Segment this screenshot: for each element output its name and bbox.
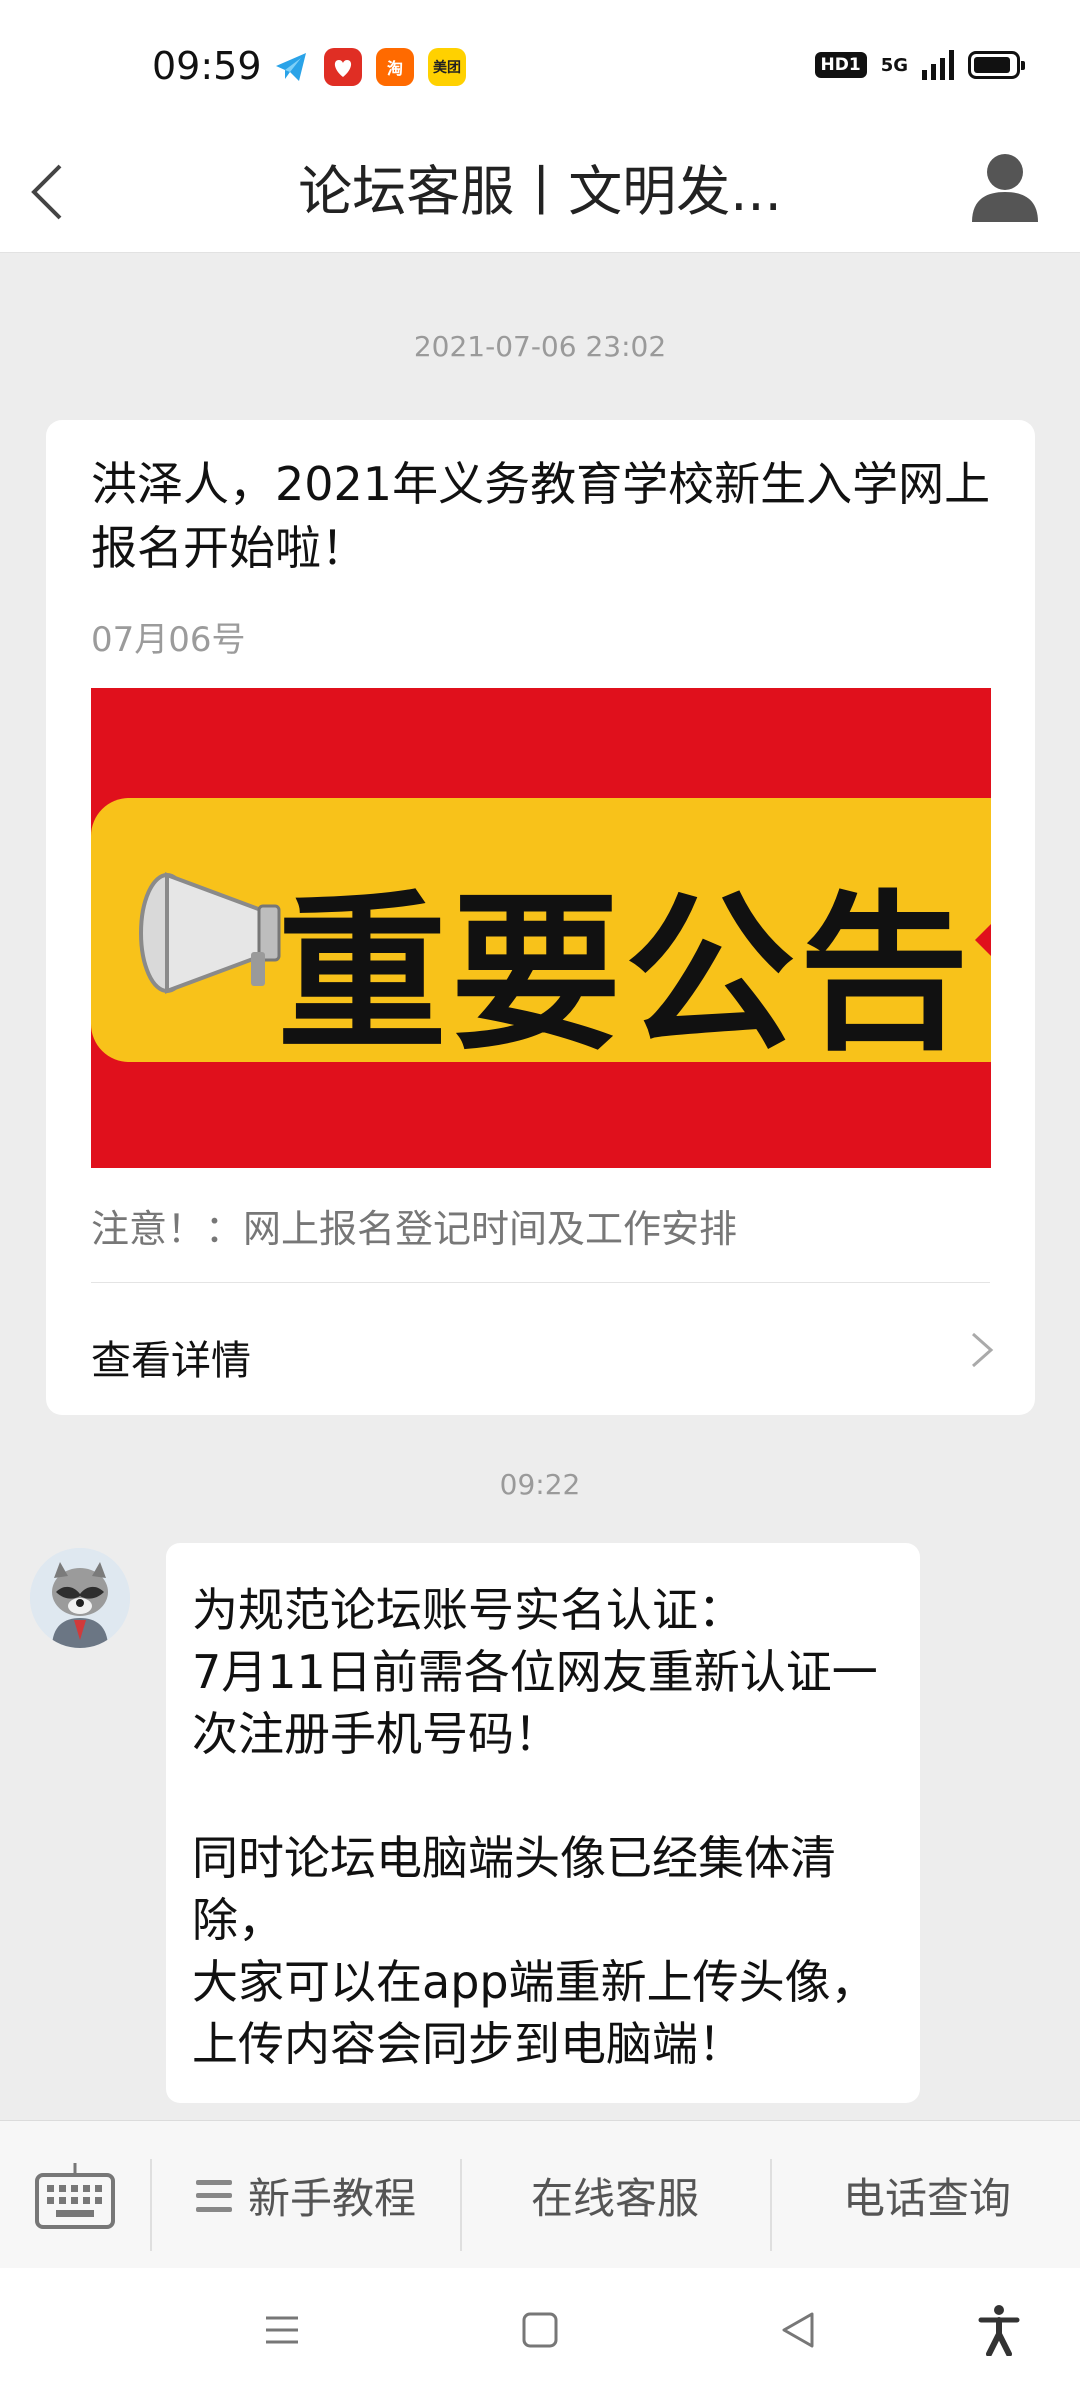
menu-separator xyxy=(770,2159,772,2251)
article-summary: 注意！：网上报名登记时间及工作安排 xyxy=(91,1207,738,1251)
message-line: 除， xyxy=(192,1893,284,1947)
article-timestamp: 2021-07-06 23:02 xyxy=(413,330,667,363)
menu-online-service-label: 在线客服 xyxy=(531,2174,700,2223)
message-line: 次注册手机号码！ xyxy=(192,1707,560,1761)
menu-separator xyxy=(150,2159,152,2251)
nav-bar: 论坛客服丨文明发... xyxy=(0,132,1080,253)
telegram-icon xyxy=(272,48,310,86)
chevron-right-icon xyxy=(972,1332,994,1368)
menu-phone-inquiry-button[interactable]: 电话查询 xyxy=(843,2165,1011,2226)
menu-separator xyxy=(460,2159,462,2251)
chevron-left-icon xyxy=(31,164,62,220)
taobao-icon: 淘 xyxy=(376,48,414,86)
back-button[interactable] xyxy=(28,162,68,222)
accessibility-button[interactable] xyxy=(978,2304,1020,2356)
menu-list-icon xyxy=(196,2179,232,2212)
meituan-icon: 美团 xyxy=(428,48,466,86)
battery-icon xyxy=(968,51,1025,79)
status-app-icons: 淘 美团 xyxy=(272,48,466,86)
network-type: 5G xyxy=(880,54,908,76)
profile-button[interactable] xyxy=(968,148,1042,222)
hd-voice-icon: HD1 xyxy=(814,52,867,78)
status-indicators: HD1 5G xyxy=(814,50,1025,80)
article-banner: 重要公告！ xyxy=(91,688,991,1168)
message-line: 为规范论坛账号实名认证： xyxy=(192,1583,744,1637)
system-nav-bar xyxy=(0,2268,1080,2400)
keyboard-toggle-button[interactable] xyxy=(34,2161,116,2231)
card-divider xyxy=(91,1282,990,1283)
signal-icon xyxy=(922,50,954,80)
article-date: 07月06号 xyxy=(91,620,246,660)
article-title: 洪泽人，2021年义务教育学校新生入学网上报名开始啦！ xyxy=(91,457,991,575)
message-line: 同时论坛电脑端头像已经集体清 xyxy=(192,1831,836,1885)
article-card[interactable]: 洪泽人，2021年义务教育学校新生入学网上报名开始啦！ 07月06号 重要公告！… xyxy=(46,420,1035,1415)
person-icon xyxy=(972,154,1038,222)
view-details-link[interactable]: 查看详情 xyxy=(91,1328,251,1386)
menu-online-service-button[interactable]: 在线客服 xyxy=(531,2165,699,2226)
recent-apps-button[interactable] xyxy=(262,2310,302,2350)
message-line: 上传内容会同步到电脑端！ xyxy=(192,2017,744,2071)
message-line: 7月11日前需各位网友重新认证一 xyxy=(192,1645,878,1699)
message-bubble[interactable]: 为规范论坛账号实名认证： 7月11日前需各位网友重新认证一 次注册手机号码！ 同… xyxy=(166,1543,920,2103)
pinduoduo-icon xyxy=(324,48,362,86)
status-bar: 09:59 淘 美团 HD1 5G xyxy=(0,0,1080,132)
message-timestamp: 09:22 xyxy=(499,1468,581,1501)
status-time: 09:59 xyxy=(152,44,262,88)
home-button[interactable] xyxy=(520,2310,560,2350)
back-nav-button[interactable] xyxy=(778,2310,818,2350)
menu-phone-inquiry-label: 电话查询 xyxy=(843,2174,1012,2223)
banner-headline: 重要公告！ xyxy=(277,876,991,1074)
message-line: 大家可以在app端重新上传头像， xyxy=(192,1955,877,2009)
keyboard-icon xyxy=(35,2163,115,2229)
chat-title: 论坛客服丨文明发... xyxy=(298,160,782,223)
menu-tutorial-button[interactable]: 新手教程 xyxy=(196,2165,416,2226)
bottom-menu-bar: 新手教程 在线客服 电话查询 xyxy=(0,2120,1080,2269)
sender-avatar[interactable] xyxy=(30,1548,130,1648)
raccoon-avatar-icon xyxy=(30,1548,130,1648)
menu-tutorial-label: 新手教程 xyxy=(248,2174,417,2223)
